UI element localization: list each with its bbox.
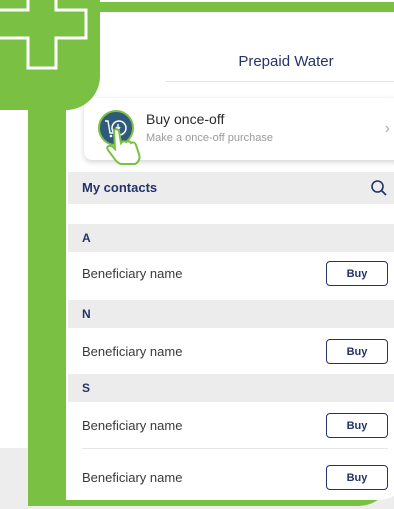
section-header-s: S (68, 374, 394, 402)
beneficiary-name: Beneficiary name (82, 470, 183, 485)
contact-row: Beneficiary name Buy (68, 456, 394, 500)
contact-row: Beneficiary name Buy (68, 252, 394, 296)
hand-pointer-icon (106, 128, 141, 165)
beneficiary-name: Beneficiary name (82, 266, 183, 281)
contact-row: Beneficiary name Buy (68, 330, 394, 374)
search-icon[interactable] (370, 179, 388, 197)
buy-once-off-card[interactable]: Buy once-off Make a once-off purchase › (84, 98, 394, 165)
step-badge (0, 0, 100, 110)
page-title: Prepaid Water (238, 53, 334, 70)
buy-button[interactable]: Buy (326, 339, 388, 364)
my-contacts-label: My contacts (82, 180, 158, 195)
buy-once-off-title: Buy once-off (146, 111, 225, 127)
contact-row: Beneficiary name Buy (68, 404, 394, 448)
beneficiary-name: Beneficiary name (82, 418, 183, 433)
chevron-right-icon: › (384, 120, 390, 137)
section-letter: S (82, 381, 91, 395)
section-letter: A (82, 231, 91, 245)
section-letter: N (82, 307, 91, 321)
buy-once-off-subtitle: Make a once-off purchase (146, 132, 273, 144)
section-header-a: A (68, 224, 394, 252)
beneficiary-name: Beneficiary name (82, 344, 183, 359)
buy-button[interactable]: Buy (326, 413, 388, 438)
app-screen: Prepaid Water Buy once-off Make a once-o… (66, 12, 394, 500)
buy-button[interactable]: Buy (326, 261, 388, 286)
plus-step-icon (0, 0, 88, 70)
divider (166, 81, 394, 82)
section-header-n: N (68, 300, 394, 328)
my-contacts-header: My contacts (68, 172, 394, 204)
buy-button[interactable]: Buy (326, 465, 388, 490)
divider (82, 448, 388, 449)
